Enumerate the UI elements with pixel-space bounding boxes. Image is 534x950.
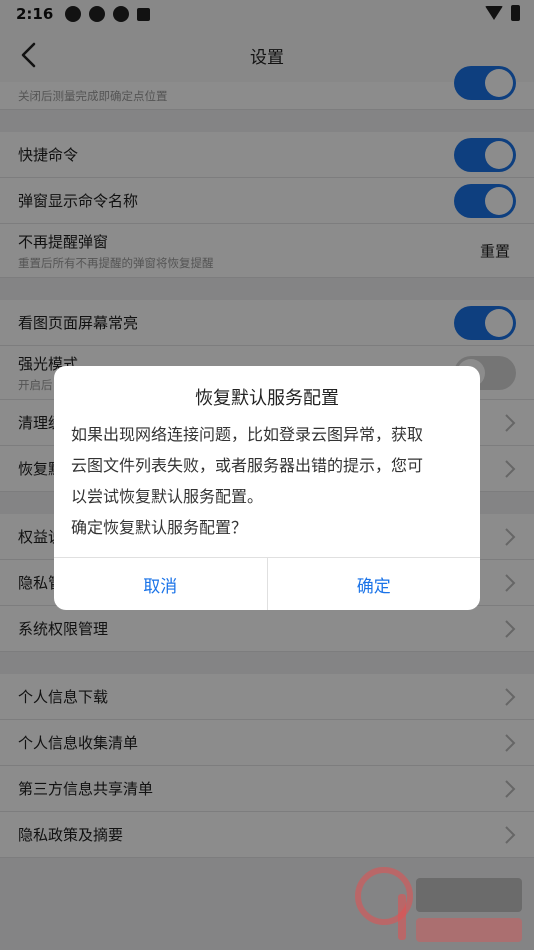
- cancel-button[interactable]: 取消: [54, 558, 267, 610]
- dialog-message-line: 如果出现网络连接问题，比如登录云图异常，获取: [71, 425, 424, 444]
- confirm-button[interactable]: 确定: [266, 558, 481, 610]
- dialog-message-line: 云图文件列表失败，或者服务器出错的提示，您可: [71, 456, 424, 475]
- watermark-logo: [355, 867, 522, 942]
- restore-config-dialog: 恢复默认服务配置 如果出现网络连接问题，比如登录云图异常，获取 云图文件列表失败…: [54, 366, 480, 610]
- dialog-title: 恢复默认服务配置: [195, 388, 339, 409]
- dialog-message-line: 确定恢复默认服务配置？: [71, 518, 248, 537]
- dialog-message-line: 以尝试恢复默认服务配置。: [71, 487, 264, 506]
- dialog-message: 如果出现网络连接问题，比如登录云图异常，获取 云图文件列表失败，或者服务器出错的…: [54, 410, 480, 543]
- dialog-buttons: 取消 确定: [54, 557, 480, 610]
